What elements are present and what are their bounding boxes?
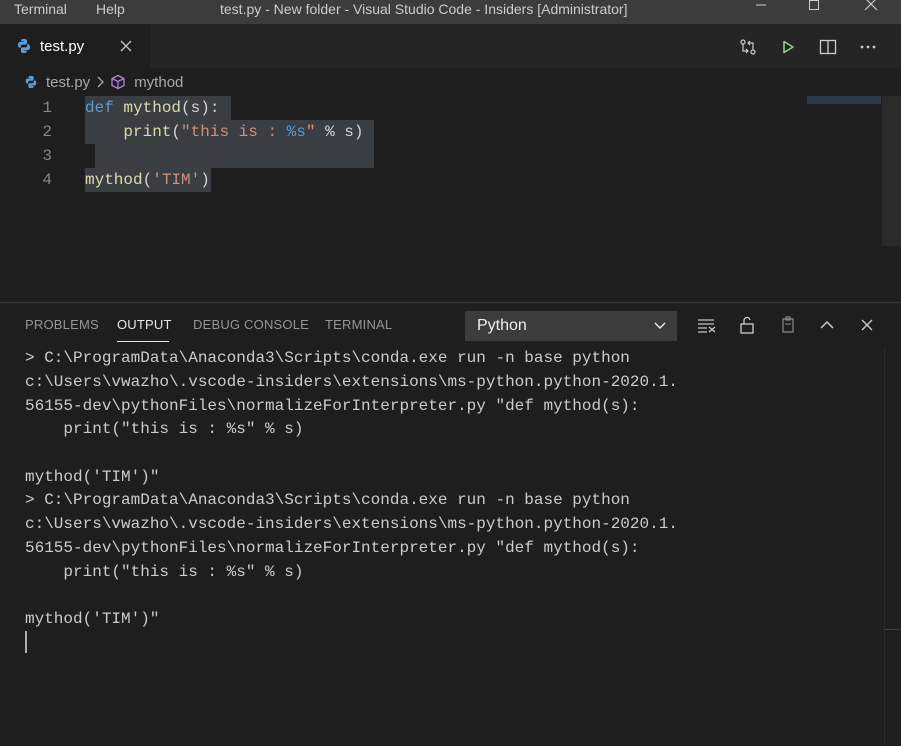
- tab-output[interactable]: OUTPUT: [117, 317, 172, 332]
- close-icon: [861, 319, 873, 331]
- close-window-button[interactable]: [848, 0, 894, 22]
- output-line: print("this is : %s" % s): [25, 563, 304, 581]
- tab-terminal[interactable]: TERMINAL: [325, 317, 392, 332]
- punctuation-token: (s):: [181, 99, 220, 117]
- code-editor[interactable]: 1 def mythod(s): 2 print("this is : %s" …: [0, 94, 901, 302]
- function-token: print: [123, 123, 172, 141]
- chevron-up-icon: [820, 320, 834, 329]
- code-text: print("this is : %s" % s): [85, 120, 363, 144]
- split-editor-button[interactable]: [816, 36, 840, 58]
- output-line: mythod('TIM')": [25, 468, 160, 486]
- tab-test-py[interactable]: test.py: [0, 24, 150, 68]
- tab-close-button[interactable]: [120, 35, 132, 57]
- code-text: def mythod(s):: [85, 96, 219, 120]
- close-panel-button[interactable]: [855, 313, 879, 337]
- output-line: 56155-dev\pythonFiles\normalizeForInterp…: [25, 539, 640, 557]
- code-line-2: 2 print("this is : %s" % s): [0, 120, 800, 144]
- maximize-button[interactable]: [791, 0, 837, 22]
- string-token: 'TIM': [152, 171, 201, 189]
- method-cube-icon: [111, 74, 125, 90]
- keyword-token: def: [85, 99, 114, 117]
- line-number: 3: [42, 147, 52, 165]
- tab-problems[interactable]: PROBLEMS: [25, 317, 99, 332]
- ellipsis-icon: [860, 45, 876, 49]
- line-number: 4: [42, 171, 52, 189]
- minimize-button[interactable]: [738, 0, 784, 22]
- line-number: 1: [42, 99, 52, 117]
- more-actions-button[interactable]: [856, 36, 880, 58]
- output-line: print("this is : %s" % s): [25, 420, 304, 438]
- panel-header: PROBLEMS OUTPUT DEBUG CONSOLE TERMINAL P…: [0, 303, 901, 347]
- line-number: 2: [42, 123, 52, 141]
- punctuation-token: ): [200, 171, 210, 189]
- python-file-icon: [18, 39, 30, 53]
- output-text[interactable]: > C:\ProgramData\Anaconda3\Scripts\conda…: [25, 346, 875, 746]
- clear-output-button[interactable]: [695, 313, 719, 337]
- unlock-icon: [740, 316, 754, 334]
- punctuation-token: (: [142, 171, 153, 189]
- output-channel-select[interactable]: Python: [465, 311, 677, 341]
- punctuation-token: (: [171, 123, 182, 141]
- output-line: > C:\ProgramData\Anaconda3\Scripts\conda…: [25, 491, 630, 509]
- output-channel-value: Python: [477, 317, 527, 334]
- maximize-icon: [809, 0, 819, 10]
- open-changes-button[interactable]: [736, 36, 760, 58]
- tab-debug-console[interactable]: DEBUG CONSOLE: [193, 317, 309, 332]
- menu-help[interactable]: Help: [96, 0, 125, 20]
- chevron-right-icon: [97, 76, 105, 88]
- output-line: 56155-dev\pythonFiles\normalizeForInterp…: [25, 397, 640, 415]
- breadcrumb-symbol[interactable]: mythod: [134, 74, 183, 91]
- function-token: mythod: [123, 99, 182, 117]
- function-token: mythod: [85, 171, 143, 189]
- output-scrollbar[interactable]: [884, 347, 901, 746]
- text-cursor: [25, 631, 27, 653]
- code-line-3: 3: [0, 144, 800, 168]
- output-line: > C:\ProgramData\Anaconda3\Scripts\conda…: [25, 349, 630, 367]
- format-token: %s: [286, 123, 306, 141]
- minimap[interactable]: [807, 96, 881, 104]
- selection-highlight: [95, 144, 374, 168]
- open-log-file-button[interactable]: [776, 313, 800, 337]
- minimize-icon: [756, 4, 766, 6]
- window-title: test.py - New folder - Visual Studio Cod…: [220, 1, 628, 17]
- compare-changes-icon: [740, 39, 756, 55]
- run-python-file-button[interactable]: [776, 36, 800, 58]
- close-icon: [864, 0, 878, 11]
- breadcrumb-file[interactable]: test.py: [46, 74, 90, 91]
- menu-terminal[interactable]: Terminal: [14, 0, 67, 20]
- maximize-panel-button[interactable]: [815, 313, 839, 337]
- title-bar: Terminal Help test.py - New folder - Vis…: [0, 0, 901, 24]
- output-line: c:\Users\vwazho\.vscode-insiders\extensi…: [25, 515, 678, 533]
- editor-tab-bar: test.py: [0, 24, 901, 68]
- punctuation-token: % s): [315, 123, 364, 141]
- python-file-icon: [25, 75, 37, 89]
- editor-scrollbar[interactable]: [882, 96, 901, 246]
- code-line-1: 1 def mythod(s):: [0, 96, 800, 120]
- output-line: mythod('TIM')": [25, 610, 160, 628]
- output-line: c:\Users\vwazho\.vscode-insiders\extensi…: [25, 373, 678, 391]
- split-editor-icon: [819, 39, 837, 55]
- code-line-4: 4 mythod('TIM'): [0, 168, 800, 192]
- code-text: mythod('TIM'): [85, 168, 210, 192]
- clear-all-icon: [698, 319, 716, 333]
- active-tab-indicator: [117, 341, 169, 342]
- tab-label: test.py: [40, 38, 85, 55]
- toggle-scroll-lock-button[interactable]: [735, 313, 759, 337]
- clipboard-icon: [782, 316, 794, 333]
- play-icon: [783, 40, 794, 54]
- string-token: "this is :: [181, 123, 287, 141]
- close-icon: [120, 40, 132, 52]
- breadcrumb: test.py mythod: [24, 72, 183, 92]
- scrollbar-thumb[interactable]: [885, 629, 901, 630]
